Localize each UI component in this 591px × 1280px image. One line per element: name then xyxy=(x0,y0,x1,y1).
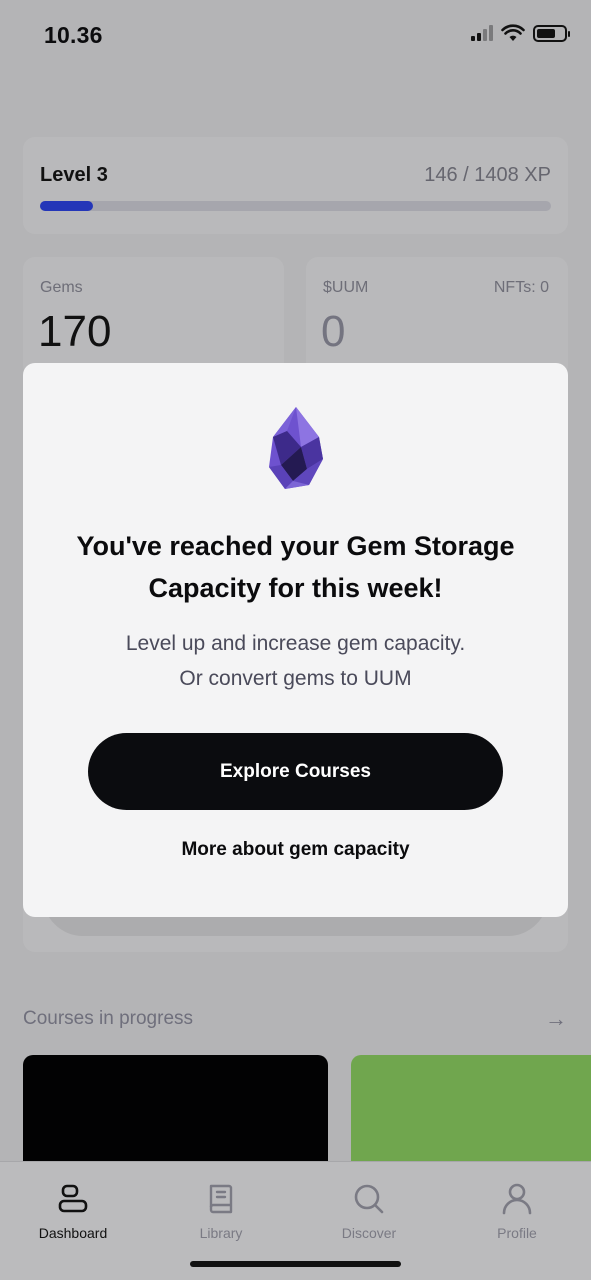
tab-profile[interactable]: Profile xyxy=(457,1182,577,1241)
explore-courses-button[interactable]: Explore Courses xyxy=(88,733,503,810)
tab-library[interactable]: Library xyxy=(161,1182,281,1241)
modal-subtitle-line: Level up and increase gem capacity. xyxy=(125,632,466,655)
uum-value: 0 xyxy=(321,307,346,356)
tab-discover[interactable]: Discover xyxy=(309,1182,429,1241)
uum-card[interactable]: $UUM NFTs: 0 0 xyxy=(306,257,568,377)
status-bar: 10.36 xyxy=(0,0,591,70)
modal-subtitle-line: Or convert gems to UUM xyxy=(179,667,412,690)
signal-icon xyxy=(471,25,493,41)
modal-subtitle: Level up and increase gem capacity. Or c… xyxy=(53,626,538,696)
gems-card[interactable]: Gems 170 xyxy=(23,257,284,377)
wifi-icon xyxy=(501,24,525,41)
status-time: 10.36 xyxy=(44,22,103,48)
tab-dashboard[interactable]: Dashboard xyxy=(13,1182,133,1241)
home-indicator xyxy=(190,1261,401,1267)
level-xp: 146 / 1408 XP xyxy=(424,164,551,186)
level-card[interactable]: Level 3 146 / 1408 XP xyxy=(23,137,568,234)
xp-progress-fill xyxy=(40,201,93,211)
gem-capacity-modal: You've reached your Gem Storage Capacity… xyxy=(23,363,568,917)
user-icon xyxy=(502,1183,532,1215)
tab-label: Profile xyxy=(497,1225,537,1241)
uum-label: $UUM xyxy=(323,279,369,296)
book-icon xyxy=(209,1184,233,1214)
dashboard-icon xyxy=(58,1184,88,1213)
gems-value: 170 xyxy=(38,307,112,356)
status-icons xyxy=(471,24,570,42)
arrow-right-icon[interactable]: → xyxy=(545,1006,567,1032)
gems-label: Gems xyxy=(40,279,83,296)
more-about-gem-capacity-link[interactable]: More about gem capacity xyxy=(88,839,503,861)
nft-count: NFTs: 0 xyxy=(493,279,549,296)
tab-label: Library xyxy=(199,1225,243,1241)
level-title: Level 3 xyxy=(40,164,108,186)
modal-title: You've reached your Gem Storage Capacity… xyxy=(76,531,515,603)
courses-in-progress-header: Courses in progress xyxy=(23,1008,194,1029)
gem-icon xyxy=(269,407,323,489)
tab-label: Dashboard xyxy=(38,1225,108,1241)
search-icon xyxy=(354,1184,384,1214)
battery-icon xyxy=(533,24,570,42)
tab-label: Discover xyxy=(341,1225,397,1241)
xp-progress-bar xyxy=(40,201,551,211)
